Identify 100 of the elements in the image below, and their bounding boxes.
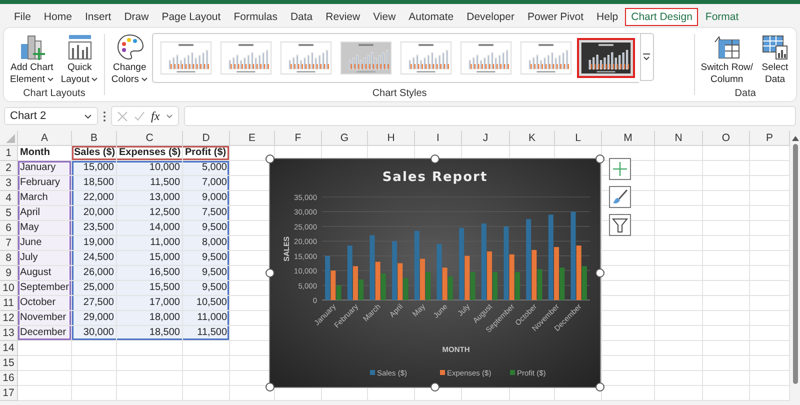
table-cell: 27,500 xyxy=(72,296,117,311)
table-cell: Sales ($) xyxy=(72,146,117,161)
menu-tab[interactable]: Draw xyxy=(118,8,155,26)
menu-tab[interactable]: Insert xyxy=(78,8,118,26)
menu-tab[interactable]: Formulas xyxy=(228,8,284,26)
column-header[interactable]: O xyxy=(703,131,750,146)
brush-icon xyxy=(612,189,628,205)
table-cell: April xyxy=(18,206,72,221)
row-header[interactable]: 6 xyxy=(0,221,18,236)
chart-style-thumbnail[interactable] xyxy=(576,38,635,78)
empty-cell xyxy=(72,356,117,371)
column-header[interactable]: H xyxy=(368,131,415,146)
chart-tool-button[interactable] xyxy=(609,158,631,180)
table-cell: 8,000 xyxy=(183,236,230,251)
scroll-up-icon[interactable] xyxy=(792,136,798,141)
check-icon[interactable] xyxy=(134,110,145,122)
menu-tab[interactable]: Chart Design xyxy=(625,8,698,26)
row-header[interactable]: 16 xyxy=(0,371,18,386)
row-header[interactable]: 10 xyxy=(0,281,18,296)
empty-cell xyxy=(655,356,703,371)
empty-cell xyxy=(655,311,703,326)
empty-cell xyxy=(602,341,655,356)
table-cell: Profit ($) xyxy=(183,146,230,161)
table-cell: 18,500 xyxy=(72,176,117,191)
ribbon-button[interactable]: Quick Layout xyxy=(58,30,102,88)
column-header[interactable]: P xyxy=(750,131,790,146)
resize-handle[interactable] xyxy=(430,382,440,392)
table-cell: 23,500 xyxy=(72,221,117,236)
menu-tab[interactable]: Help xyxy=(590,8,624,26)
row-header[interactable]: 2 xyxy=(0,161,18,176)
menu-tab[interactable]: Page Layout xyxy=(156,8,227,26)
empty-cell xyxy=(703,251,750,266)
plus-icon xyxy=(612,161,628,177)
row-header[interactable]: 9 xyxy=(0,266,18,281)
gallery-more-button[interactable] xyxy=(640,33,654,81)
resize-handle[interactable] xyxy=(266,268,274,278)
column-header[interactable]: A xyxy=(18,131,72,146)
column-header[interactable]: B xyxy=(72,131,117,146)
table-cell: 11,500 xyxy=(183,326,230,341)
row-header[interactable]: 15 xyxy=(0,356,18,371)
row-header[interactable]: 14 xyxy=(0,341,18,356)
formula-input[interactable] xyxy=(184,106,796,126)
row-header[interactable]: 11 xyxy=(0,296,18,311)
menu-tab[interactable]: Review xyxy=(320,8,366,26)
caret-icon xyxy=(91,76,98,82)
menu-tab[interactable]: Developer xyxy=(460,8,520,26)
table-cell: 26,000 xyxy=(72,266,117,281)
column-header[interactable]: K xyxy=(510,131,555,146)
column-header[interactable]: G xyxy=(322,131,368,146)
menu-tab[interactable]: View xyxy=(367,8,402,26)
empty-cell xyxy=(117,386,183,401)
resize-handle[interactable] xyxy=(596,382,604,392)
column-header[interactable]: L xyxy=(555,131,602,146)
column-header[interactable]: E xyxy=(230,131,275,146)
table-cell: 13,000 xyxy=(117,191,183,206)
chart-tool-button[interactable] xyxy=(609,214,631,236)
ribbon-button[interactable]: Add Chart Element xyxy=(7,30,57,88)
menu-tab[interactable]: Data xyxy=(284,8,319,26)
column-header[interactable]: D xyxy=(183,131,230,146)
resize-handle[interactable] xyxy=(266,382,274,392)
resize-handle[interactable] xyxy=(266,154,274,164)
ribbon-button[interactable]: Change Colors xyxy=(108,30,151,88)
name-box[interactable]: Chart 2 xyxy=(4,107,98,125)
empty-cell xyxy=(602,311,655,326)
ribbon-button[interactable]: Switch Row/ Column xyxy=(698,30,756,88)
row-header[interactable]: 1 xyxy=(0,146,18,161)
resize-handle[interactable] xyxy=(596,154,604,164)
menu-tab[interactable]: Home xyxy=(38,8,78,26)
table-cell: 5,000 xyxy=(183,161,230,176)
table-cell: September xyxy=(18,281,72,296)
table-cell: January xyxy=(18,161,72,176)
column-header[interactable]: N xyxy=(655,131,703,146)
column-header[interactable]: I xyxy=(415,131,462,146)
column-header[interactable]: M xyxy=(602,131,655,146)
group-label: Data xyxy=(734,88,757,101)
column-header[interactable]: C xyxy=(117,131,183,146)
insert-function-button[interactable]: fx xyxy=(151,108,160,124)
resize-handle[interactable] xyxy=(430,154,440,164)
row-header[interactable]: 3 xyxy=(0,176,18,191)
empty-cell xyxy=(703,221,750,236)
row-header[interactable]: 8 xyxy=(0,251,18,266)
column-header[interactable]: F xyxy=(275,131,322,146)
column-header[interactable]: J xyxy=(462,131,510,146)
menu-tab[interactable]: File xyxy=(8,8,37,26)
resize-handle[interactable] xyxy=(596,268,604,278)
table-cell: July xyxy=(18,251,72,266)
menu-tab[interactable]: Power Pivot xyxy=(521,8,590,26)
row-header[interactable]: 17 xyxy=(0,386,18,401)
empty-cell xyxy=(703,191,750,206)
chart-tool-button[interactable] xyxy=(609,186,631,208)
ribbon-button[interactable]: Select Data xyxy=(757,30,793,88)
menu-tab[interactable]: Automate xyxy=(402,8,460,26)
drag-handle-icon[interactable] xyxy=(103,110,106,122)
row-header[interactable]: 5 xyxy=(0,206,18,221)
row-header[interactable]: 13 xyxy=(0,326,18,341)
menu-tab[interactable]: Format xyxy=(699,8,745,26)
row-header[interactable]: 7 xyxy=(0,236,18,251)
row-header[interactable]: 12 xyxy=(0,311,18,326)
empty-cell xyxy=(655,161,703,176)
row-header[interactable]: 4 xyxy=(0,191,18,206)
